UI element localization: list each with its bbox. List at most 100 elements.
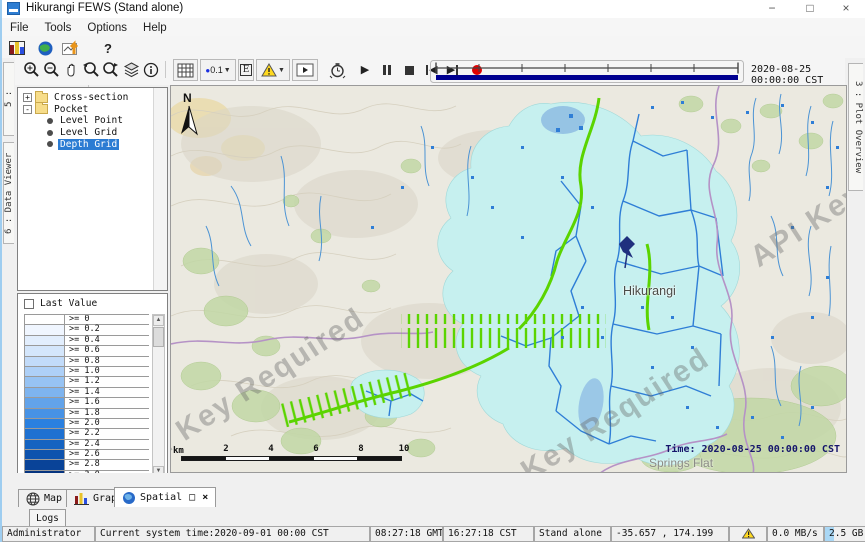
tree-expander-icon[interactable]: - [23, 105, 32, 114]
legend-color-swatch [25, 460, 65, 469]
app-icon [7, 2, 20, 15]
tab-spatial-label: Spatial [140, 492, 182, 503]
tree-item[interactable]: Level Point [18, 115, 154, 127]
menu-item[interactable]: File [2, 20, 37, 36]
application-window: Hikurangi FEWS (Stand alone) − □ × FileT… [0, 0, 865, 542]
tab-map[interactable]: Map [18, 489, 70, 507]
pause-button[interactable] [377, 60, 397, 80]
menu-bar: FileToolsOptionsHelp [2, 18, 865, 36]
legend-color-swatch [25, 450, 65, 459]
tree-item-label[interactable]: Level Point [58, 115, 125, 126]
legend-row-label: >= 0.6 [65, 346, 149, 355]
minimize-button[interactable]: − [755, 0, 789, 18]
menu-item[interactable]: Options [79, 20, 135, 36]
menu-item[interactable]: Tools [37, 20, 80, 36]
zoom-next-icon[interactable] [101, 60, 121, 80]
scale-tick-label: 4 [261, 444, 281, 454]
legend-row: >= 1.6 [25, 398, 149, 408]
cross-section-hatch [401, 314, 606, 348]
scale-tick-label: 2 [216, 444, 236, 454]
close-button[interactable]: × [829, 0, 863, 18]
stop-button[interactable] [399, 60, 419, 80]
zoom-previous-icon[interactable] [81, 60, 101, 80]
scale-tick-label: 6 [306, 444, 326, 454]
title-bar: Hikurangi FEWS (Stand alone) − □ × [2, 0, 865, 19]
timeseries-display-button[interactable] [61, 38, 81, 58]
status-system-time: Current system time:2020-09-01 00:00 CST [95, 526, 370, 542]
legend-button[interactable]: E [238, 59, 254, 81]
window-title: Hikurangi FEWS (Stand alone) [26, 2, 183, 14]
zoom-out-icon[interactable] [42, 60, 62, 80]
maximize-button[interactable]: □ [793, 0, 827, 18]
map-canvas[interactable] [171, 86, 847, 473]
map-view[interactable]: API Key Required API Key Required API Ke… [170, 85, 847, 473]
globe-icon [122, 491, 136, 505]
warning-dropdown[interactable]: ▼ [256, 59, 290, 81]
scrollbar-thumb[interactable] [153, 327, 164, 347]
tree-item[interactable]: Depth Grid [18, 138, 154, 150]
side-tab-plot-overview[interactable]: 3 : Plot Overview [848, 63, 863, 191]
status-user: Administrator [2, 526, 95, 542]
scroll-up-icon[interactable]: ▲ [153, 315, 164, 326]
legend-row-label: >= 1.4 [65, 388, 149, 397]
status-warning-icon[interactable] [729, 526, 767, 542]
legend-color-swatch [25, 429, 65, 438]
tree-item[interactable]: Level Grid [18, 127, 154, 139]
legend-row: >= 0.6 [25, 346, 149, 356]
class-interval-dropdown[interactable]: ●0.1▼ [200, 59, 236, 81]
tab-spatial[interactable]: Spatial □ × [114, 487, 216, 507]
north-label: N [183, 91, 192, 105]
logs-button[interactable]: Logs [29, 509, 66, 527]
north-arrow-icon [177, 104, 201, 136]
legend-panel: Last Value >= 0 >= 0.2 >= 0.4 >= 0.6 >= … [17, 293, 168, 481]
animation-timer-icon[interactable] [327, 60, 347, 80]
folder-icon [35, 104, 48, 114]
legend-color-swatch [25, 315, 65, 324]
map-display-button[interactable] [35, 38, 55, 58]
scale-bar: km 246810 [173, 444, 433, 462]
info-icon[interactable] [141, 60, 161, 80]
legend-scrollbar[interactable]: ▲ ▼ [152, 314, 165, 478]
tree-item-label[interactable]: Depth Grid [58, 139, 119, 150]
zoom-in-icon[interactable] [22, 60, 42, 80]
legend-color-swatch [25, 377, 65, 386]
pan-hand-icon[interactable] [62, 60, 82, 80]
interval-value: 0.1 [210, 65, 223, 75]
scale-unit-label: km [173, 446, 184, 456]
last-value-checkbox[interactable] [24, 299, 34, 309]
layers-icon[interactable] [121, 60, 141, 80]
side-tab[interactable]: 6 : Data Viewer [3, 142, 14, 244]
tree-expander-icon[interactable]: + [23, 93, 32, 102]
tab-close-icon[interactable]: × [202, 492, 208, 503]
play-button[interactable]: ▶ [355, 60, 375, 80]
scale-tick-label: 10 [394, 444, 414, 454]
tree-item-label[interactable]: Cross-section [52, 92, 130, 103]
status-bar: Administrator Current system time:2020-0… [2, 526, 865, 542]
legend-row-label: >= 1.8 [65, 409, 149, 418]
layer-tree-panel: + Cross-section - Pocket Level Point Lev… [17, 87, 168, 291]
status-mode: Stand alone [534, 526, 611, 542]
help-button[interactable]: ? [98, 38, 118, 58]
tree-item-label[interactable]: Pocket [52, 104, 90, 115]
animation-display-button[interactable] [292, 59, 318, 81]
tree-item[interactable]: - Pocket [18, 104, 154, 116]
bullet-icon [47, 141, 53, 147]
legend-color-swatch [25, 346, 65, 355]
tab-float-icon[interactable]: □ [189, 492, 195, 503]
tree-scrollbar[interactable] [153, 88, 167, 290]
legend-color-swatch [25, 440, 65, 449]
grid-display-button[interactable] [173, 59, 198, 81]
bottom-tab-bar: Map Graph Spatial □ × Logs [2, 473, 865, 526]
legend-color-swatch [25, 336, 65, 345]
side-tab[interactable]: 5 : Forecast [3, 62, 14, 136]
legend-row-label: >= 2.0 [65, 419, 149, 428]
tree-item-label[interactable]: Level Grid [58, 127, 119, 138]
layer-tree: + Cross-section - Pocket Level Point Lev… [18, 92, 154, 150]
legend-e-label: E [240, 64, 253, 76]
legend-row-label: >= 0.4 [65, 336, 149, 345]
database-display-button[interactable] [7, 38, 27, 58]
menu-item[interactable]: Help [135, 20, 175, 36]
legend-color-swatch [25, 367, 65, 376]
legend-row-label: >= 1.2 [65, 377, 149, 386]
time-slider[interactable] [430, 60, 744, 83]
